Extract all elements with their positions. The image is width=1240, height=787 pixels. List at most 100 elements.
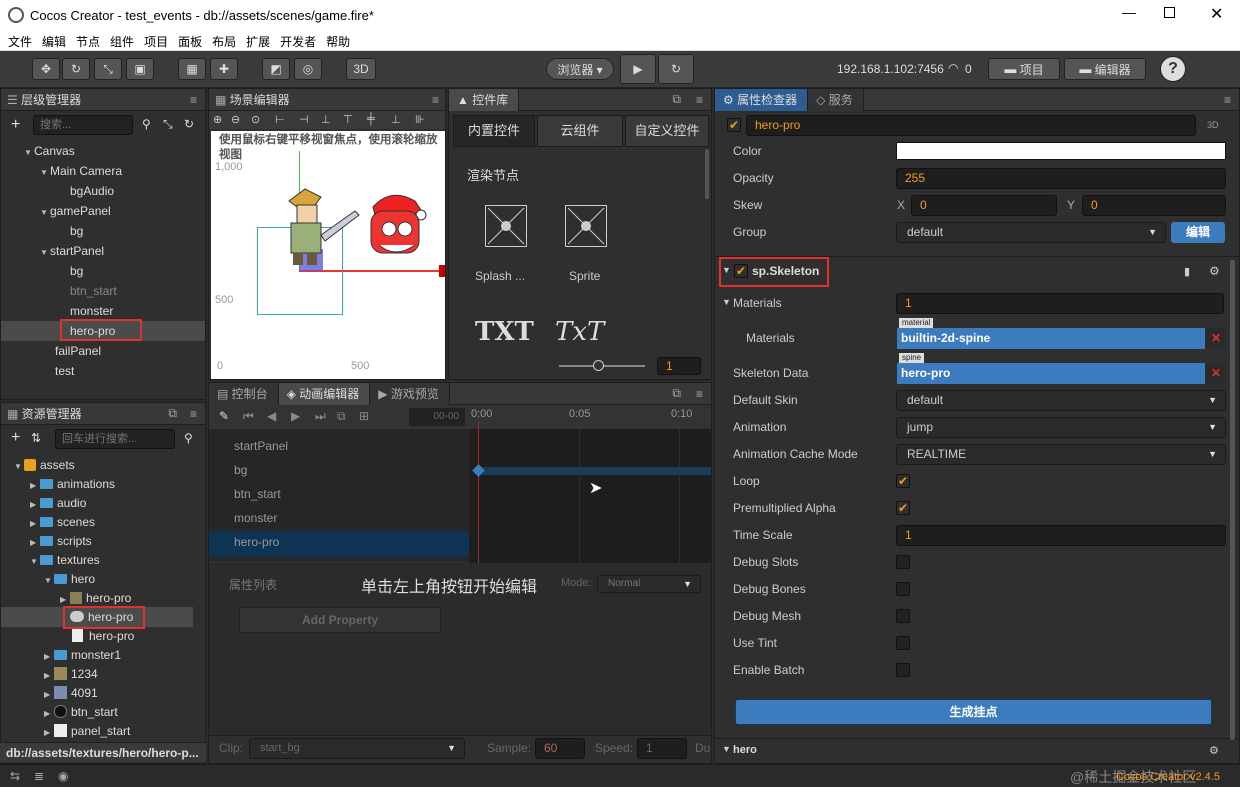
mode-3d-button[interactable]: 3D bbox=[346, 58, 376, 80]
tree-node[interactable]: ▼ startPanel bbox=[40, 242, 104, 260]
inspector-scrollbar[interactable] bbox=[1230, 260, 1235, 740]
scrollbar[interactable] bbox=[705, 149, 709, 199]
gear-icon[interactable]: ⚙ bbox=[1209, 744, 1219, 756]
open-project-button[interactable]: ▬ 项目 bbox=[988, 58, 1060, 80]
align-center-icon[interactable]: ⊣ bbox=[299, 113, 309, 126]
asset-item[interactable]: ▼ textures bbox=[30, 551, 100, 569]
global-icon[interactable]: ✚ bbox=[210, 58, 238, 80]
add-asset-icon[interactable]: + bbox=[11, 429, 20, 447]
asset-item[interactable]: ▶ 1234 bbox=[44, 665, 98, 683]
opacity-input[interactable]: 255 bbox=[896, 168, 1226, 189]
richtext-control-icon[interactable]: TxT bbox=[555, 317, 604, 347]
tab-cloud-components[interactable]: 云组件 bbox=[537, 115, 623, 147]
minimize-icon[interactable]: — bbox=[1122, 4, 1136, 20]
maximize-icon[interactable] bbox=[1164, 7, 1175, 18]
gizmo-icon[interactable]: ◎ bbox=[294, 58, 322, 80]
gear-icon[interactable]: ⚙ bbox=[1209, 264, 1220, 278]
help-icon[interactable]: ? bbox=[1160, 56, 1186, 82]
asset-item[interactable]: ▶ scenes bbox=[30, 513, 95, 531]
tab-custom-controls[interactable]: 自定义控件 bbox=[625, 115, 709, 147]
tree-node[interactable]: monster bbox=[70, 302, 113, 320]
axis-handle[interactable] bbox=[439, 265, 445, 277]
time-input[interactable]: 00-00 bbox=[409, 408, 465, 426]
tab-console[interactable]: ▤ 控制台 bbox=[209, 382, 279, 405]
align-top-icon[interactable]: ⊤ bbox=[343, 113, 353, 126]
asset-item[interactable]: ▶ monster1 bbox=[44, 646, 121, 664]
tree-node[interactable]: bgAudio bbox=[70, 182, 114, 200]
expand-icon[interactable]: ▼ bbox=[722, 744, 731, 754]
clear-icon[interactable]: ✕ bbox=[1206, 363, 1226, 384]
snap-icon[interactable]: ◩ bbox=[262, 58, 290, 80]
first-frame-icon[interactable]: ⏮ bbox=[243, 409, 254, 424]
add-node-icon[interactable]: + bbox=[11, 116, 20, 134]
align-left-icon[interactable]: ⊢ bbox=[275, 113, 285, 126]
panel-menu-icon[interactable]: ≡ bbox=[432, 93, 439, 107]
asset-item[interactable]: ▶ animations bbox=[30, 475, 115, 493]
menu-item[interactable]: 面板 bbox=[170, 30, 202, 50]
menu-item[interactable]: 帮助 bbox=[318, 30, 350, 50]
premultiplied-alpha-checkbox[interactable]: ✔ bbox=[896, 501, 910, 515]
sprite-control-icon[interactable] bbox=[565, 205, 607, 247]
tab-game-preview[interactable]: ▶ 游戏预览 bbox=[370, 382, 450, 405]
zoom-slider-thumb[interactable] bbox=[593, 360, 604, 371]
panel-menu-icon[interactable]: ≡ bbox=[696, 387, 703, 401]
tree-node[interactable]: ▼ Main Camera bbox=[40, 162, 122, 180]
menu-item[interactable]: 扩展 bbox=[238, 30, 270, 50]
asset-item[interactable]: ▶ panel_start bbox=[44, 722, 130, 740]
menu-item[interactable]: 组件 bbox=[102, 30, 134, 50]
help-doc-icon[interactable]: ▮ bbox=[1184, 265, 1190, 278]
scene-viewport[interactable]: 使用鼠标右键平移视窗焦点，使用滚轮缩放视图 1,000 500 0 500 bbox=[211, 131, 445, 379]
group-edit-button[interactable]: 编辑 bbox=[1171, 222, 1225, 243]
refresh-icon[interactable]: ⇆ bbox=[10, 769, 20, 783]
sample-input[interactable]: 60 bbox=[535, 738, 585, 759]
clip-select[interactable]: start_bg ▼ bbox=[249, 738, 465, 759]
panel-menu-icon[interactable]: ≡ bbox=[190, 93, 197, 107]
zoom-out-icon[interactable]: ⊖ bbox=[231, 113, 240, 126]
search-icon[interactable]: ⚲ bbox=[142, 117, 151, 131]
popout-icon[interactable]: ⧉ bbox=[672, 386, 681, 401]
tree-node[interactable]: bg bbox=[70, 222, 83, 240]
scale-tool-icon[interactable]: ⤡ bbox=[94, 58, 122, 80]
tree-node[interactable]: test bbox=[55, 362, 74, 380]
tab-builtin-controls[interactable]: 内置控件 bbox=[453, 115, 535, 147]
play-icon[interactable]: ▶ bbox=[291, 409, 300, 423]
asset-item[interactable]: ▶ btn_start bbox=[44, 703, 118, 721]
splash-control-icon[interactable] bbox=[485, 205, 527, 247]
tab-animation-editor[interactable]: ◈ 动画编辑器 bbox=[278, 382, 371, 405]
anim-node-row-selected[interactable]: hero-pro bbox=[208, 530, 468, 554]
refresh-icon[interactable]: ↻ bbox=[658, 54, 694, 84]
anim-node-row[interactable]: btn_start bbox=[208, 482, 468, 506]
browser-select[interactable]: 浏览器 ▾ bbox=[546, 58, 614, 80]
animation-select[interactable]: jump ▼ bbox=[896, 417, 1226, 438]
collapse-icon[interactable]: ⤡ bbox=[163, 117, 173, 132]
tree-node[interactable]: ▼ gamePanel bbox=[40, 202, 111, 220]
skew-x-input[interactable]: 0 bbox=[911, 195, 1057, 216]
popout-icon[interactable]: ⧉ bbox=[168, 406, 177, 421]
hierarchy-search-input[interactable] bbox=[33, 115, 133, 135]
menu-item[interactable]: 文件 bbox=[0, 30, 32, 50]
next-frame-icon[interactable]: ⏭ bbox=[315, 409, 326, 424]
menu-item[interactable]: 布局 bbox=[204, 30, 236, 50]
label-control-icon[interactable]: TXT bbox=[475, 317, 534, 347]
time-scale-input[interactable]: 1 bbox=[896, 525, 1226, 546]
open-editor-button[interactable]: ▬ 编辑器 bbox=[1064, 58, 1146, 80]
materials-count-input[interactable]: 1 bbox=[896, 293, 1224, 314]
zoom-input[interactable]: 1 bbox=[657, 357, 701, 375]
skeleton-asset-field[interactable]: hero-pro bbox=[897, 363, 1205, 384]
panel-menu-icon[interactable]: ≡ bbox=[1224, 93, 1231, 107]
rotate-tool-icon[interactable]: ↻ bbox=[62, 58, 90, 80]
skew-y-input[interactable]: 0 bbox=[1082, 195, 1226, 216]
asset-item[interactable]: ▶ 4091 bbox=[44, 684, 98, 702]
asset-item[interactable]: hero-pro bbox=[72, 627, 134, 645]
menu-item[interactable]: 编辑 bbox=[34, 30, 66, 50]
prev-frame-icon[interactable]: ◀ bbox=[267, 409, 276, 423]
zoom-in-icon[interactable]: ⊕ bbox=[213, 113, 222, 126]
asset-item[interactable]: ▶ scripts bbox=[30, 532, 92, 550]
move-tool-icon[interactable]: ✥ bbox=[32, 58, 60, 80]
zoom-reset-icon[interactable]: ⊙ bbox=[251, 113, 260, 126]
refresh-icon[interactable]: ↻ bbox=[184, 117, 194, 131]
debug-bones-checkbox[interactable] bbox=[896, 582, 910, 596]
anim-node-row[interactable]: monster bbox=[208, 506, 468, 530]
play-icon[interactable]: ▶ bbox=[620, 54, 656, 84]
tree-node[interactable]: btn_start bbox=[70, 282, 117, 300]
